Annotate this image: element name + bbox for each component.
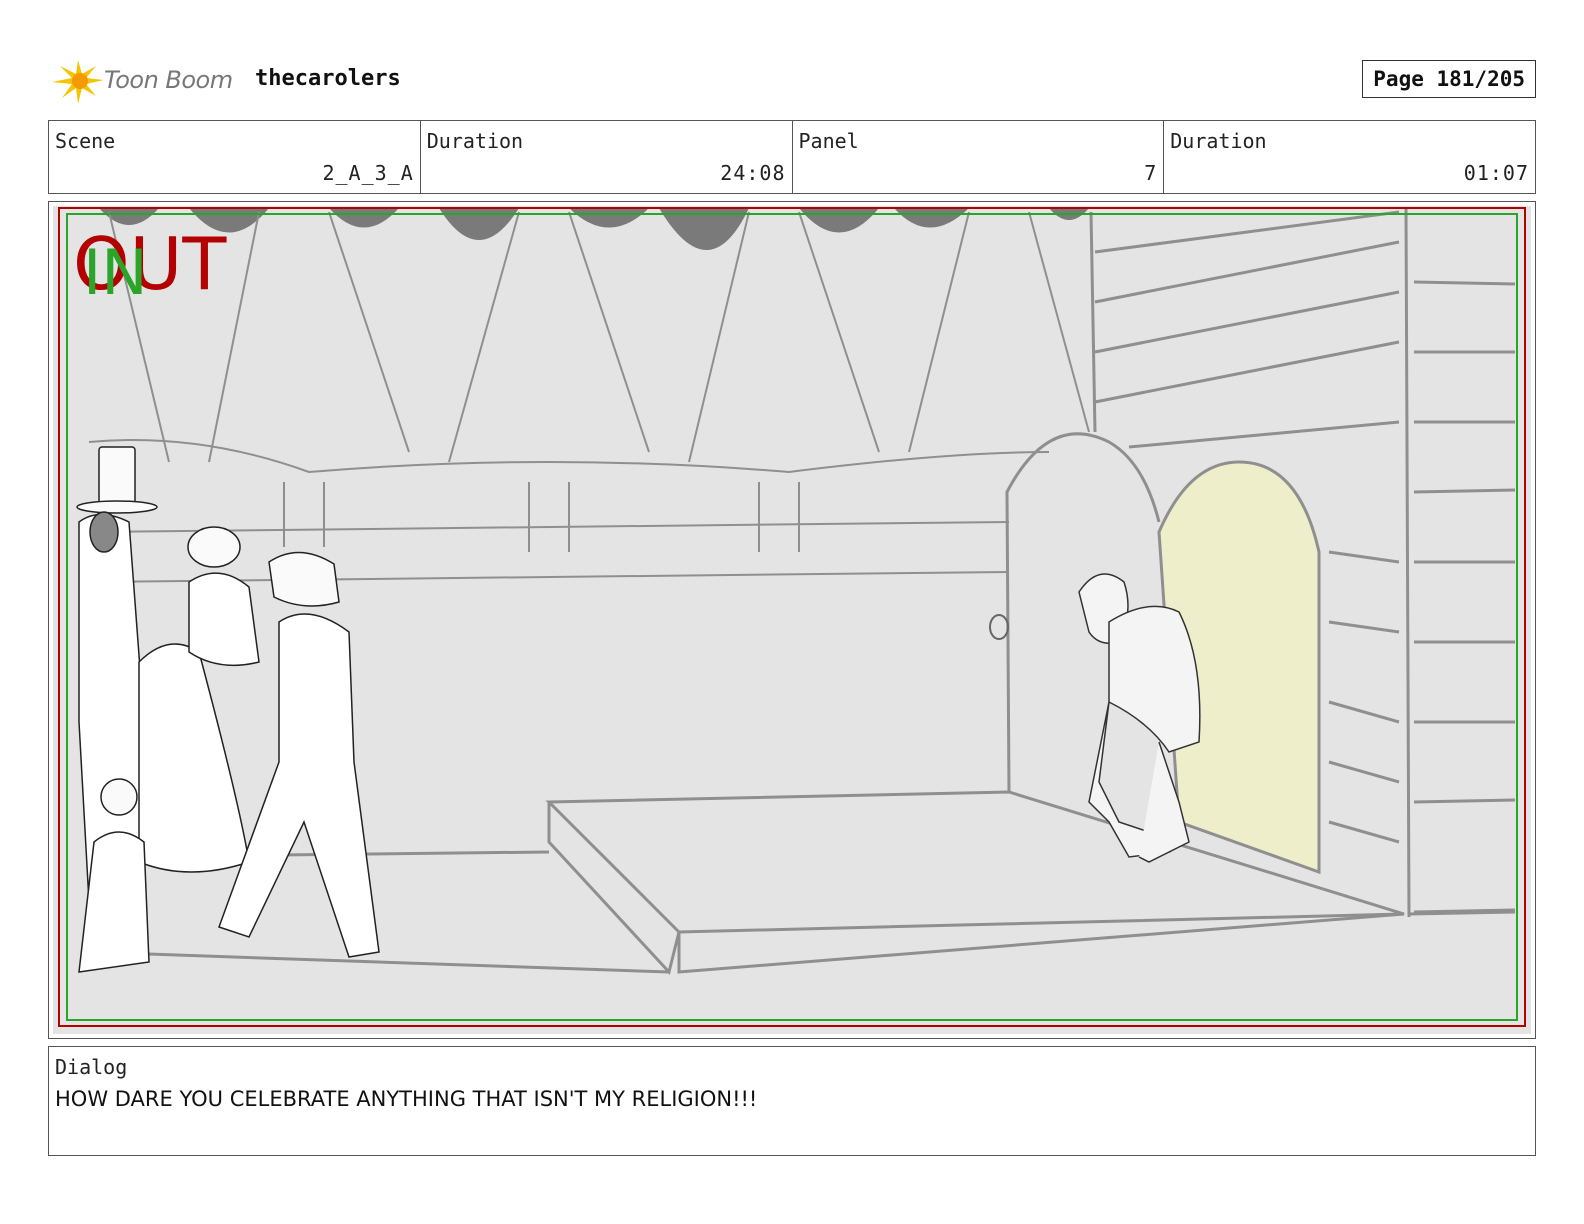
storyboard-header: Toon Boom thecarolers Page 181/205 <box>50 52 1536 112</box>
scene-value: 2_A_3_A <box>322 161 414 185</box>
toon-boom-logo: Toon Boom <box>50 52 250 108</box>
panel-value: 7 <box>1144 161 1158 185</box>
panel-label: Panel <box>798 129 859 153</box>
scene-info-row: Scene 2_A_3_A Duration 24:08 Panel 7 Dur… <box>48 120 1536 194</box>
scene-duration-value: 24:08 <box>720 161 786 185</box>
dialog-text: HOW DARE YOU CELEBRATE ANYTHING THAT ISN… <box>55 1087 758 1111</box>
page-number: Page 181/205 <box>1362 60 1536 98</box>
scene-duration-cell: Duration 24:08 <box>421 121 793 193</box>
panel-cell: Panel 7 <box>793 121 1165 193</box>
panel-duration-cell: Duration 01:07 <box>1164 121 1535 193</box>
in-marker: IN <box>83 236 148 309</box>
storyboard-panel: OUT IN <box>48 201 1536 1039</box>
scene-label: Scene <box>55 129 116 153</box>
logo-text: Toon Boom <box>104 66 233 94</box>
dialog-box: Dialog HOW DARE YOU CELEBRATE ANYTHING T… <box>48 1046 1536 1156</box>
panel-drawing <box>53 206 1531 1034</box>
panel-duration-label: Duration <box>1170 129 1267 153</box>
scene-duration-label: Duration <box>426 129 524 153</box>
sunburst-icon <box>52 60 104 104</box>
panel-duration-value: 01:07 <box>1463 161 1529 185</box>
project-name: thecarolers <box>255 66 401 91</box>
scene-cell: Scene 2_A_3_A <box>49 121 421 193</box>
dialog-label: Dialog <box>55 1055 128 1079</box>
